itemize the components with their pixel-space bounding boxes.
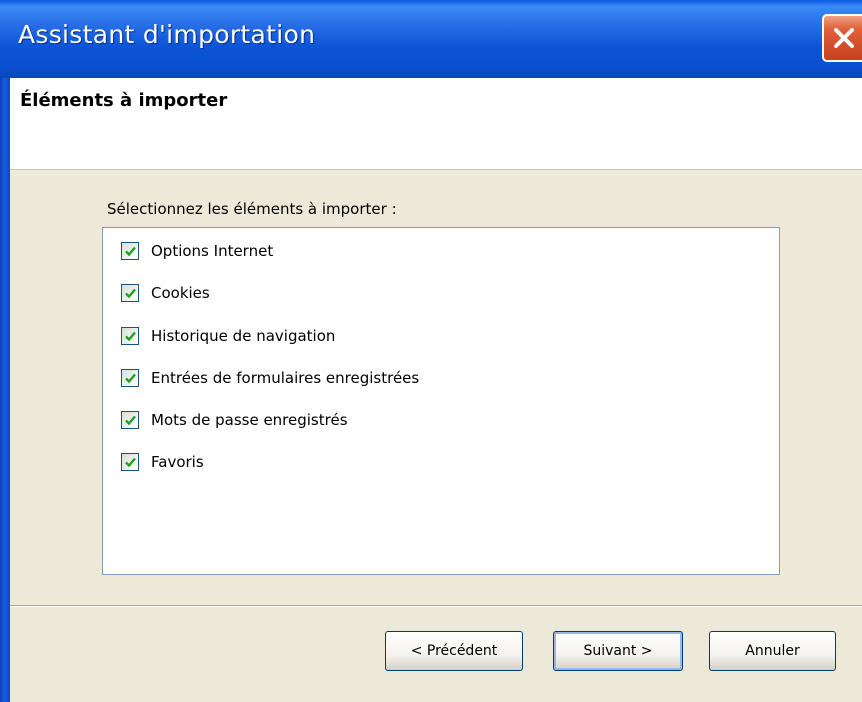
item-label: Mots de passe enregistrés [151, 411, 348, 429]
checkmark-icon [125, 331, 136, 342]
list-item-cookies[interactable]: Cookies [121, 280, 210, 306]
close-icon [834, 28, 854, 48]
page-title: Éléments à importer [20, 90, 228, 111]
window-title: Assistant d'importation [18, 20, 316, 49]
title-bar[interactable]: Assistant d'importation [0, 0, 862, 78]
checkbox-mots-de-passe[interactable] [121, 411, 139, 429]
footer-divider [10, 605, 862, 607]
checkmark-icon [125, 457, 136, 468]
checkbox-cookies[interactable] [121, 284, 139, 302]
checkbox-favoris[interactable] [121, 453, 139, 471]
list-item-historique[interactable]: Historique de navigation [121, 323, 335, 349]
item-label: Favoris [151, 453, 204, 471]
list-item-formulaires[interactable]: Entrées de formulaires enregistrées [121, 365, 419, 391]
window-left-border [0, 78, 10, 702]
list-item-options-internet[interactable]: Options Internet [121, 238, 273, 264]
next-button[interactable]: Suivant > [553, 631, 683, 671]
import-wizard-dialog: Assistant d'importation Éléments à impor… [0, 0, 862, 702]
list-item-favoris[interactable]: Favoris [121, 449, 204, 475]
wizard-header: Éléments à importer [10, 78, 862, 170]
checkmark-icon [125, 373, 136, 384]
checkmark-icon [125, 246, 136, 257]
previous-button[interactable]: < Précédent [385, 631, 523, 671]
import-items-list[interactable]: Options Internet Cookies Historique de n… [102, 227, 780, 575]
item-label: Entrées de formulaires enregistrées [151, 369, 420, 387]
item-label: Options Internet [151, 242, 274, 260]
item-label: Cookies [151, 284, 210, 302]
item-label: Historique de navigation [151, 327, 336, 345]
close-button[interactable] [822, 14, 862, 62]
checkbox-historique[interactable] [121, 327, 139, 345]
checkbox-formulaires[interactable] [121, 369, 139, 387]
checkmark-icon [125, 288, 136, 299]
checkbox-options-internet[interactable] [121, 242, 139, 260]
list-item-mots-de-passe[interactable]: Mots de passe enregistrés [121, 407, 348, 433]
checkmark-icon [125, 415, 136, 426]
instruction-label: Sélectionnez les éléments à importer : [107, 200, 397, 218]
cancel-button[interactable]: Annuler [709, 631, 836, 671]
